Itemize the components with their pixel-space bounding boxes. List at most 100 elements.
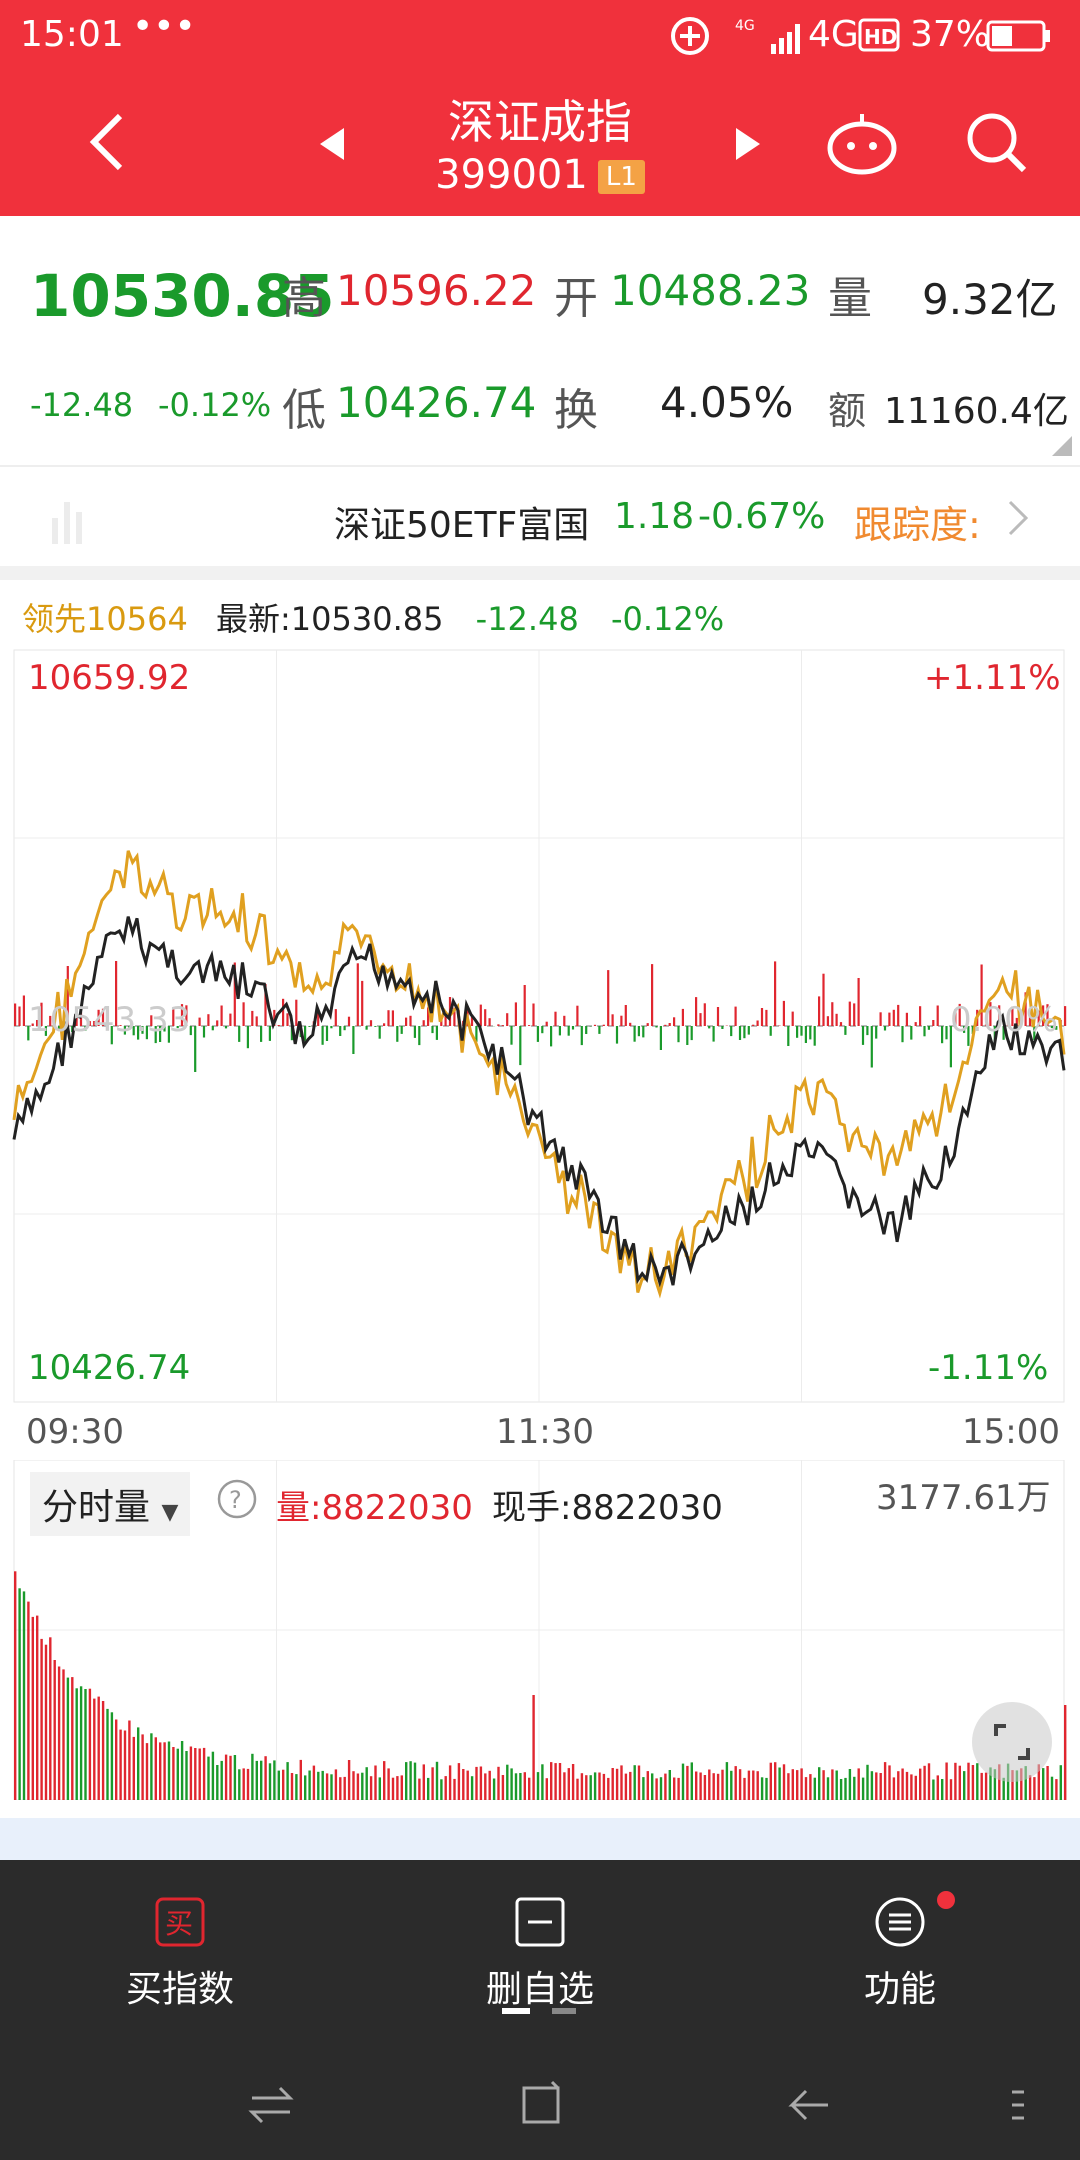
diff-bar [593,1024,597,1026]
volume-bar [905,1771,909,1800]
volume-bar [941,1779,944,1800]
battery-percent: 37% [910,14,991,55]
diff-bar [580,1026,583,1046]
volume-bar [541,1764,544,1800]
diff-bar [479,1004,482,1026]
volume-bar [734,1766,737,1800]
price-change: -12.48 [30,386,134,424]
sync-icon [671,17,709,55]
diff-bar [791,1011,794,1026]
diff-bar [242,1002,245,1026]
diff-bar [664,1024,667,1026]
stock-code: 399001 L1 [0,152,1080,198]
etf-row[interactable]: 深证50ETF富国 1.18 -0.67% 跟踪度: [0,468,1080,566]
volume-bar [637,1765,641,1800]
diff-bar [787,1026,790,1046]
volume-bar [470,1776,474,1800]
diff-bar [892,1009,895,1026]
volume-bar [453,1778,456,1800]
volume-bar [958,1765,961,1800]
volume-bar [295,1774,298,1800]
diff-bar [255,1016,258,1026]
low-label: 低 [282,385,326,436]
volume-bars [14,1571,1067,1800]
volume-bar [211,1751,215,1800]
diff-bar [620,1015,623,1026]
diff-bar [910,1026,913,1040]
volume-bar [422,1764,425,1800]
diff-bar [927,1026,930,1030]
remove-watchlist-button[interactable]: 删自选 [440,1896,640,2016]
buy-index-button[interactable]: 买 买指数 [80,1896,280,2016]
fullscreen-button[interactable] [972,1702,1052,1782]
volume-bar [892,1777,896,1800]
volume-bar [919,1768,922,1800]
volume-selector[interactable]: 分时量 ▼ [30,1472,191,1536]
volume-bar [317,1771,320,1800]
diff-bar [673,1017,676,1026]
help-icon[interactable]: ? [216,1478,258,1520]
robot-assistant-icon[interactable] [824,110,900,176]
volume-bar [769,1762,772,1800]
diff-bar [347,1016,351,1026]
volume-bar [418,1778,421,1800]
volume-bar [967,1762,970,1800]
diff-bar [343,1026,346,1031]
diff-bar [734,1006,737,1026]
volume-bar [365,1767,368,1800]
volume-bar [677,1777,680,1800]
volume-bar [229,1755,232,1800]
diff-bar [857,978,860,1026]
volume-bar [633,1765,636,1800]
volume-value: 9.32亿 [922,275,1058,324]
switch-icon[interactable] [246,2080,296,2130]
volume-bar [207,1756,210,1800]
diff-bar [405,1017,408,1026]
volume-bar [150,1733,153,1800]
svg-text:买: 买 [165,1907,193,1940]
next-stock-icon[interactable] [734,126,762,162]
diff-bar [391,1010,394,1026]
function-button[interactable]: 功能 [800,1891,1000,2016]
more-nav-icon[interactable] [1004,2080,1034,2130]
diff-bar [598,1026,601,1034]
expand-corner-icon[interactable] [1052,436,1072,456]
diff-bar [339,1026,342,1036]
volume-bar [695,1771,698,1800]
search-icon[interactable] [964,110,1030,176]
diff-bar [308,1026,311,1027]
news-banner[interactable] [0,1818,1080,1862]
home-icon[interactable] [516,2080,566,2130]
diff-bar [378,1026,381,1039]
volume-bar [62,1669,65,1800]
diff-bar [484,1009,487,1026]
volume-bar [255,1760,258,1800]
diff-bar [554,1011,557,1026]
volume-bar [479,1766,483,1800]
volume-bar [620,1765,623,1800]
diff-bar [703,1003,706,1026]
volume-bar [66,1677,70,1800]
volume-bar [352,1771,355,1800]
volume-bar [536,1772,540,1800]
diff-bar [690,1026,693,1041]
back-nav-icon[interactable] [784,2080,834,2130]
divider [0,566,1080,580]
chart-legend: 领先10564 最新:10530.85 -12.48 -0.12% [22,594,724,640]
volume-bar [391,1777,395,1800]
axis-min: 10426.74 [28,1348,191,1388]
volume-bar [462,1769,465,1800]
diff-bar [615,1026,619,1044]
diff-bar [224,1026,228,1029]
diff-bar [387,1010,390,1026]
volume-bar [145,1743,149,1800]
volume-bar [756,1771,759,1800]
diff-bar [268,1026,271,1041]
volume-bar [361,1772,364,1800]
volume-bar [238,1769,241,1800]
diff-bar [400,1026,403,1034]
diff-bar [686,1026,689,1045]
volume-bar [79,1686,83,1800]
volume-bar [853,1776,856,1800]
diff-bar [286,1013,289,1026]
